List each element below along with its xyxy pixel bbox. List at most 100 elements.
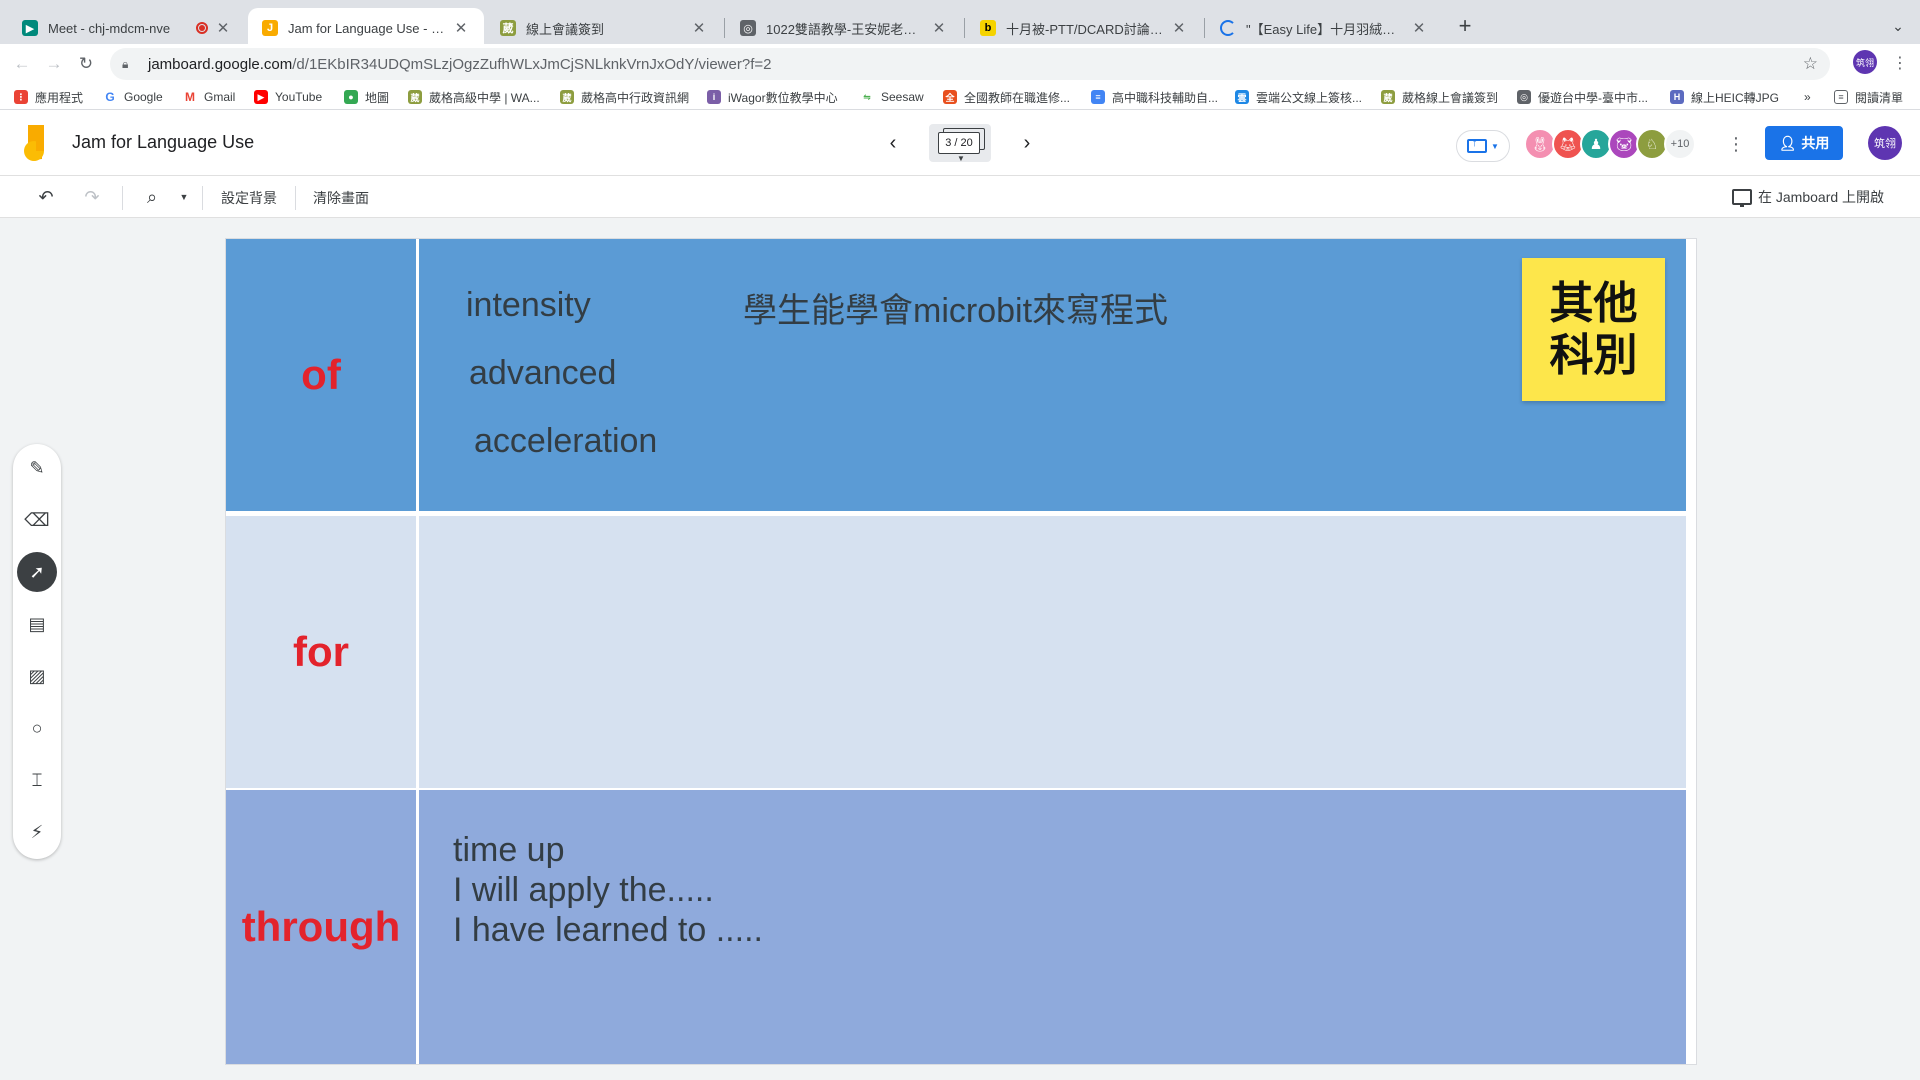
url-path: /d/1EKbIR34UDQmSLzjOgzZufhWLxJmCjSNLknkV…: [292, 55, 772, 73]
bookmark-google[interactable]: G Google: [103, 87, 163, 107]
chevron-right-icon[interactable]: ›: [1014, 130, 1040, 156]
tab-search-icon[interactable]: ⌄: [1884, 12, 1912, 40]
school-icon: 葳: [500, 20, 516, 36]
bookmark-wagor-school[interactable]: 葳葳格高級中學 | WA...: [408, 87, 540, 107]
jamboard-toolbar: ↶ ↷ ⌕ ▼ 設定背景 清除畫面 在 Jamboard 上開啟: [0, 176, 1920, 218]
meet-icon: ▶: [22, 20, 38, 36]
sticky-note[interactable]: 其他科別: [1522, 258, 1665, 401]
bookmark-label: 線上HEIC轉JPG: [1691, 90, 1780, 105]
bookmark-label: Google: [124, 90, 163, 104]
bookmark-teacher-training[interactable]: 全全國教師在職進修...: [943, 87, 1070, 107]
new-tab-button[interactable]: +: [1451, 12, 1479, 40]
note-acceleration[interactable]: acceleration: [474, 422, 657, 461]
back-button[interactable]: ←: [8, 50, 36, 78]
reload-button[interactable]: ↻: [72, 50, 100, 78]
bookmark-heic[interactable]: H 線上HEIC轉JPG: [1670, 87, 1779, 107]
set-background-button[interactable]: 設定背景: [221, 188, 277, 208]
chevron-left-icon[interactable]: ‹: [880, 130, 906, 156]
present-screen-icon: [1467, 137, 1488, 153]
close-icon[interactable]: ✕: [214, 19, 232, 37]
present-button[interactable]: ▼: [1456, 130, 1510, 162]
chevron-down-icon: ▼: [1491, 141, 1499, 151]
select-icon[interactable]: ➚: [17, 552, 57, 592]
bookmark-star-icon[interactable]: ☆: [1803, 54, 1818, 74]
close-icon[interactable]: ✕: [690, 19, 708, 37]
row-label-through-cell[interactable]: through: [226, 790, 416, 1064]
clear-frame-button[interactable]: 清除畫面: [313, 188, 369, 208]
note-advanced[interactable]: advanced: [469, 354, 616, 393]
person-add-icon: 👤︎: [1778, 134, 1797, 151]
open-in-jamboard-button[interactable]: 在 Jamboard 上開啟: [1732, 187, 1884, 207]
reading-list-label: 閱讀清單: [1855, 90, 1904, 105]
tab-meet[interactable]: ▶ Meet - chj-mdcm-nve ✕: [8, 8, 246, 48]
row-content-for[interactable]: [419, 516, 1686, 788]
reading-list[interactable]: ≡ 閱讀清單: [1834, 87, 1903, 107]
row-divider: [226, 511, 1686, 516]
bookmark-cloud-docs[interactable]: 雲雲端公文線上簽核...: [1235, 87, 1362, 107]
tab-ptt[interactable]: b 十月被-PTT/DCARD討論與高評 ✕: [966, 8, 1202, 48]
close-icon[interactable]: ✕: [1410, 19, 1428, 37]
tab-separator: [964, 18, 965, 38]
pen-icon[interactable]: ✎: [17, 448, 57, 488]
row-label-of-cell[interactable]: of: [226, 239, 416, 511]
close-icon[interactable]: ✕: [1170, 19, 1188, 37]
bookmark-wagor-meeting[interactable]: 葳葳格線上會議簽到: [1381, 87, 1498, 107]
bookmark-taichung[interactable]: ◎ 優遊台中學-臺中市...: [1517, 87, 1648, 107]
redo-icon[interactable]: ↷: [80, 186, 104, 208]
sticky-note-icon[interactable]: ▤: [17, 604, 57, 644]
row-label-of: of: [301, 351, 341, 398]
zoom-icon[interactable]: ⌕: [140, 186, 164, 208]
tab-lesson-plan[interactable]: ◎ 1022雙語教學-王安妮老師教案.p ✕: [726, 8, 962, 48]
more-collaborators-badge: +10: [1664, 128, 1696, 160]
bookmark-label: 優遊台中學-臺中市...: [1538, 90, 1648, 105]
apps-grid-icon: ⋮: [14, 90, 28, 104]
circle-icon[interactable]: ○: [17, 708, 57, 748]
reading-list-icon: ≡: [1834, 90, 1848, 104]
forward-button[interactable]: →: [40, 50, 68, 78]
open-in-app-icon: [1732, 189, 1752, 207]
tab-separator: [724, 18, 725, 38]
bookmark-overflow[interactable]: »: [1804, 87, 1811, 107]
note-intensity[interactable]: intensity: [466, 286, 591, 325]
jam-title[interactable]: Jam for Language Use: [72, 132, 254, 153]
bookmark-iwagor[interactable]: i iWagor數位教學中心: [707, 87, 838, 107]
text-box-icon[interactable]: ⌶: [17, 760, 57, 800]
youtube-icon: ▶: [254, 90, 268, 104]
bookmark-gmail[interactable]: M Gmail: [183, 87, 235, 107]
profile-avatar[interactable]: 筑翎: [1853, 50, 1877, 74]
share-button[interactable]: 👤︎ 共用: [1765, 126, 1843, 160]
row-label-for-cell[interactable]: for: [226, 516, 416, 788]
bookmark-maps[interactable]: ● 地圖: [344, 87, 389, 107]
document-icon: ≡: [1091, 90, 1105, 104]
more-options-icon[interactable]: ⋮: [1726, 130, 1746, 158]
bookmark-youtube[interactable]: ▶ YouTube: [254, 87, 322, 107]
bookmark-label: Gmail: [204, 90, 236, 104]
note-through-lines[interactable]: time up I will apply the..... I have lea…: [453, 830, 763, 950]
bookmark-tech-assist[interactable]: ≡ 高中職科技輔助自...: [1091, 87, 1218, 107]
laser-icon[interactable]: ⚡︎: [17, 812, 57, 852]
bookmark-label: YouTube: [275, 90, 323, 104]
image-icon[interactable]: ▨: [17, 656, 57, 696]
user-avatar[interactable]: 筑翎: [1868, 126, 1902, 160]
row-label-through: through: [241, 903, 401, 950]
tab-easy-life[interactable]: "【Easy Life】十月羽絨被-雙人 ✕: [1206, 8, 1442, 48]
undo-icon[interactable]: ↶: [34, 186, 58, 208]
bookmark-wagor-admin[interactable]: 葳葳格高中行政資訊網: [560, 87, 689, 107]
maps-pin-icon: ●: [344, 90, 358, 104]
close-icon[interactable]: ✕: [452, 19, 470, 37]
browser-toolbar: ← → ↻ 🔒︎ jamboard.google.com/d/1EKbIR34U…: [0, 44, 1920, 84]
close-icon[interactable]: ✕: [930, 19, 948, 37]
eraser-icon[interactable]: ⌫: [17, 500, 57, 540]
chevron-down-icon[interactable]: ▼: [172, 186, 196, 208]
bookmark-label: 應用程式: [35, 90, 84, 105]
tab-signin[interactable]: 葳 線上會議簽到 ✕: [486, 8, 722, 48]
frame-bar-toggle[interactable]: 3 / 20 ▼: [929, 124, 991, 163]
jamboard-icon: J: [262, 20, 278, 36]
browser-menu-icon[interactable]: ⋮: [1890, 50, 1910, 78]
bookmark-apps[interactable]: ⋮ 應用程式: [14, 87, 83, 107]
url-host: jamboard.google.com: [148, 55, 293, 73]
tab-jamboard[interactable]: J Jam for Language Use - Google ✕: [248, 8, 484, 48]
address-bar[interactable]: 🔒︎ jamboard.google.com/d/1EKbIR34UDQmSLz…: [110, 48, 1830, 80]
note-microbit[interactable]: 學生能學會microbit來寫程式: [743, 283, 1168, 332]
bookmark-seesaw[interactable]: ⇋ Seesaw: [860, 87, 924, 107]
